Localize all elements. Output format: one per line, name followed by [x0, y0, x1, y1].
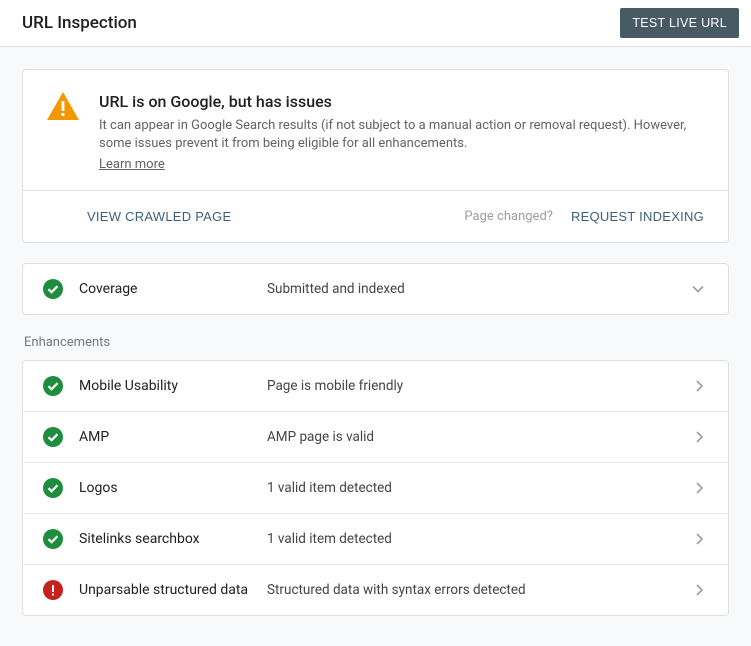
page-title: URL Inspection	[22, 13, 137, 33]
coverage-row[interactable]: Coverage Submitted and indexed	[23, 264, 728, 314]
chevron-right-icon	[690, 584, 708, 596]
summary-description: It can appear in Google Search results (…	[99, 117, 704, 153]
chevron-down-icon	[688, 283, 708, 295]
check-icon	[43, 529, 67, 549]
coverage-value: Submitted and indexed	[267, 281, 688, 297]
chevron-right-icon	[690, 431, 708, 443]
coverage-label: Coverage	[67, 281, 267, 297]
test-live-url-button[interactable]: TEST LIVE URL	[620, 8, 739, 38]
summary-top: URL is on Google, but has issues It can …	[23, 70, 728, 190]
summary-actions: VIEW CRAWLED PAGE Page changed? REQUEST …	[23, 190, 728, 242]
enhancement-row[interactable]: Unparsable structured dataStructured dat…	[23, 564, 728, 615]
enhancement-row[interactable]: Mobile UsabilityPage is mobile friendly	[23, 361, 728, 411]
check-icon	[43, 478, 67, 498]
main-content: URL is on Google, but has issues It can …	[0, 47, 751, 646]
page-changed-label: Page changed?	[464, 209, 553, 224]
view-crawled-page-button[interactable]: VIEW CRAWLED PAGE	[87, 209, 231, 224]
summary-title: URL is on Google, but has issues	[99, 92, 704, 111]
enhancement-label: Mobile Usability	[67, 378, 267, 394]
chevron-right-icon	[690, 482, 708, 494]
enhancement-value: Page is mobile friendly	[267, 378, 690, 394]
learn-more-link[interactable]: Learn more	[99, 157, 165, 172]
enhancement-value: AMP page is valid	[267, 429, 690, 445]
enhancements-card: Mobile UsabilityPage is mobile friendlyA…	[22, 360, 729, 616]
summary-text: URL is on Google, but has issues It can …	[99, 92, 704, 172]
summary-right-actions: Page changed? REQUEST INDEXING	[464, 209, 704, 224]
error-icon	[43, 580, 67, 600]
chevron-right-icon	[690, 533, 708, 545]
chevron-right-icon	[690, 380, 708, 392]
enhancement-label: AMP	[67, 429, 267, 445]
enhancement-value: Structured data with syntax errors detec…	[267, 582, 690, 598]
enhancement-row[interactable]: Logos1 valid item detected	[23, 462, 728, 513]
enhancement-label: Logos	[67, 480, 267, 496]
enhancement-row[interactable]: Sitelinks searchbox1 valid item detected	[23, 513, 728, 564]
check-icon	[43, 279, 67, 299]
enhancement-label: Unparsable structured data	[67, 582, 267, 598]
coverage-card: Coverage Submitted and indexed	[22, 263, 729, 315]
enhancement-value: 1 valid item detected	[267, 531, 690, 547]
enhancement-label: Sitelinks searchbox	[67, 531, 267, 547]
check-icon	[43, 376, 67, 396]
enhancement-row[interactable]: AMPAMP page is valid	[23, 411, 728, 462]
check-icon	[43, 427, 67, 447]
topbar: URL Inspection TEST LIVE URL	[0, 0, 751, 47]
request-indexing-button[interactable]: REQUEST INDEXING	[571, 209, 704, 224]
summary-card: URL is on Google, but has issues It can …	[22, 69, 729, 243]
enhancement-value: 1 valid item detected	[267, 480, 690, 496]
enhancements-header: Enhancements	[24, 335, 729, 350]
warning-icon	[47, 92, 79, 172]
